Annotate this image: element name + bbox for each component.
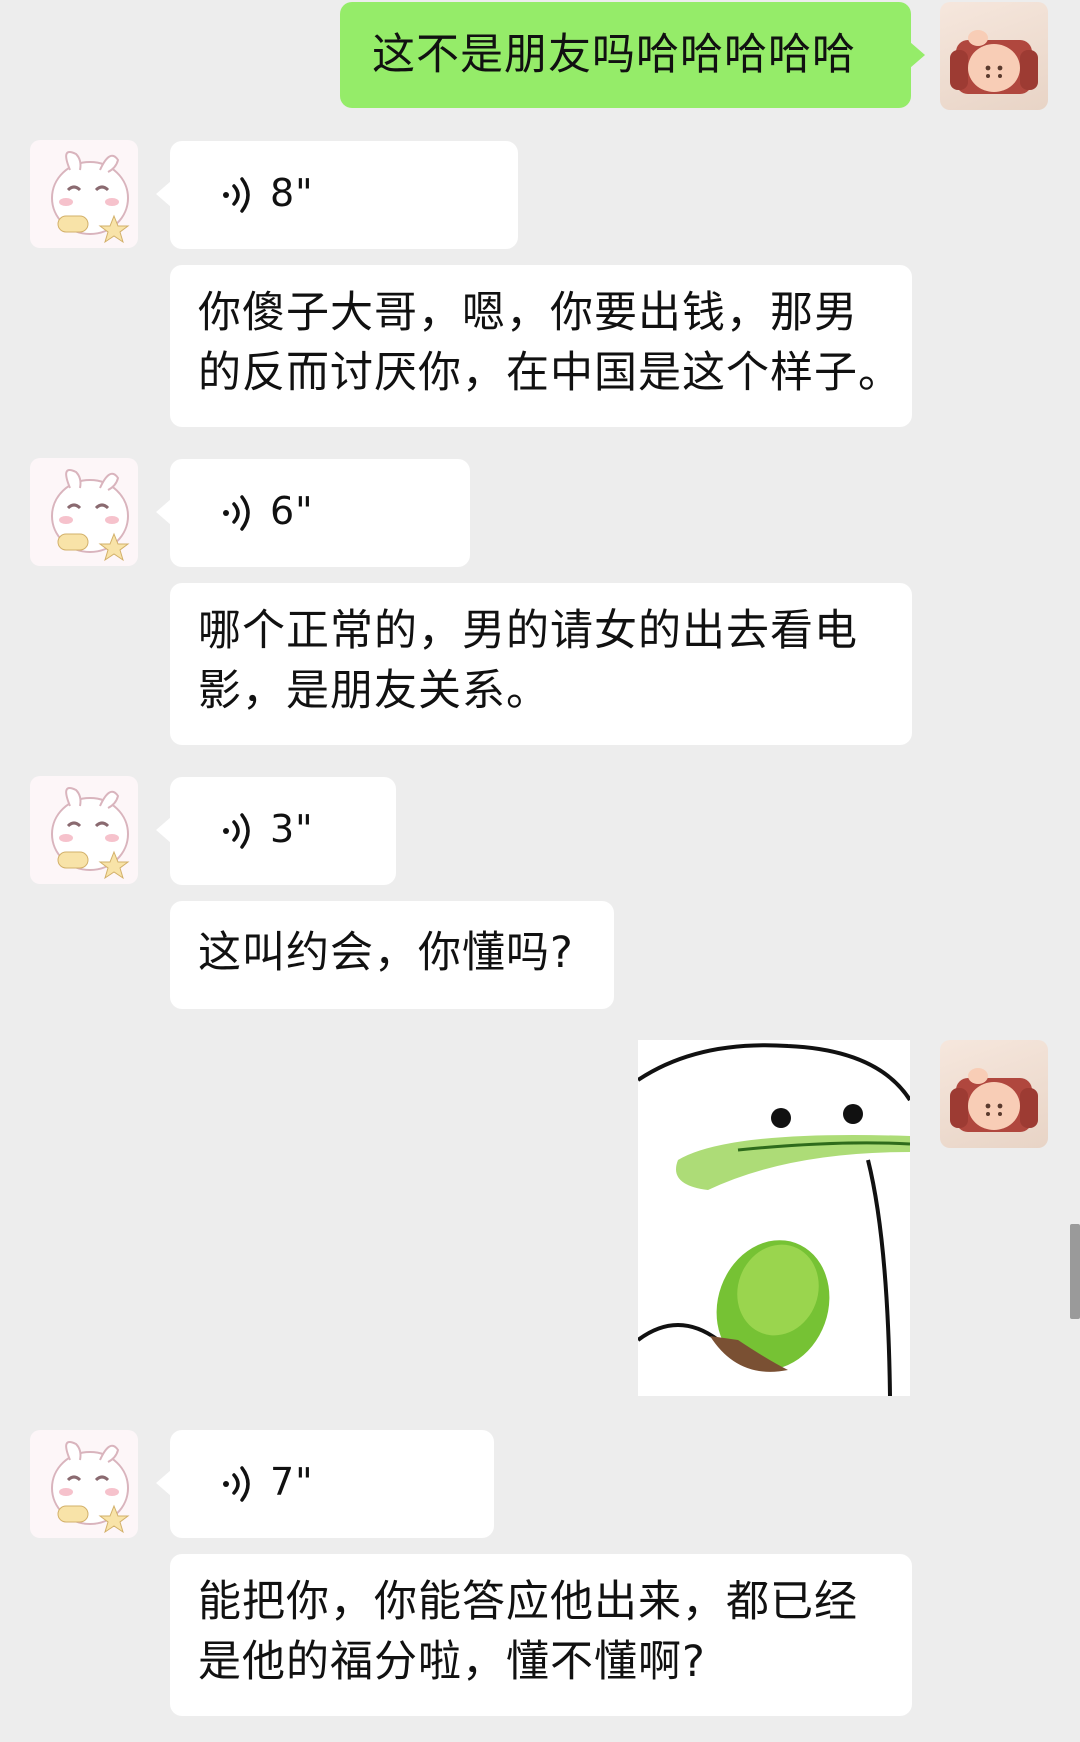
- voice-duration: 3": [270, 807, 314, 851]
- voice-wave-icon: [223, 495, 250, 531]
- message-text-line: 的反而讨厌你，在中国是这个样子。: [198, 348, 902, 398]
- message-text: 这叫约会，你懂吗?: [198, 928, 574, 978]
- message-text: 这不是朋友吗哈哈哈哈哈: [372, 30, 856, 80]
- voice-duration: 7": [270, 1460, 314, 1504]
- bunny-avatar-icon: [51, 1441, 130, 1534]
- self-avatar[interactable]: [940, 2, 1048, 110]
- kiwi-face-sticker-icon: [638, 1040, 910, 1396]
- voice-wave-icon: [223, 177, 250, 213]
- sofa-bear-icon: [950, 1068, 1038, 1132]
- self-avatar[interactable]: [940, 1040, 1048, 1148]
- contact-avatar[interactable]: [30, 140, 138, 248]
- message-bubble-contact[interactable]: 你傻子大哥，嗯，你要出钱，那男 的反而讨厌你，在中国是这个样子。: [170, 265, 912, 427]
- voice-duration: 8": [270, 171, 314, 215]
- bunny-avatar-icon: [51, 151, 130, 244]
- voice-message[interactable]: 8": [156, 141, 518, 249]
- message-bubble-contact[interactable]: 哪个正常的，男的请女的出去看电 影，是朋友关系。: [170, 583, 912, 745]
- message-bubble-contact[interactable]: 能把你，你能答应他出来，都已经 是他的福分啦，懂不懂啊?: [170, 1554, 912, 1716]
- voice-message[interactable]: 3": [156, 777, 396, 885]
- sofa-bear-icon: [950, 30, 1038, 94]
- bunny-avatar-icon: [51, 787, 130, 880]
- voice-wave-icon: [223, 1466, 250, 1502]
- contact-avatar[interactable]: [30, 776, 138, 884]
- contact-avatar[interactable]: [30, 1430, 138, 1538]
- voice-message[interactable]: 7": [156, 1430, 494, 1538]
- sticker-image[interactable]: [638, 1040, 910, 1396]
- message-text-line: 影，是朋友关系。: [198, 666, 550, 716]
- voice-duration: 6": [270, 489, 314, 533]
- message-text-line: 你傻子大哥，嗯，你要出钱，那男: [198, 288, 858, 338]
- contact-avatar[interactable]: [30, 458, 138, 566]
- message-text-line: 能把你，你能答应他出来，都已经: [198, 1577, 858, 1627]
- message-bubble-contact[interactable]: 这叫约会，你懂吗?: [170, 901, 614, 1009]
- scrollbar-thumb[interactable]: [1070, 1224, 1080, 1319]
- voice-wave-icon: [223, 813, 250, 849]
- voice-message[interactable]: 6": [156, 459, 470, 567]
- bunny-avatar-icon: [51, 469, 130, 562]
- message-text-line: 哪个正常的，男的请女的出去看电: [198, 606, 858, 656]
- message-bubble-self[interactable]: 这不是朋友吗哈哈哈哈哈: [340, 2, 925, 108]
- message-text-line: 是他的福分啦，懂不懂啊?: [198, 1637, 706, 1687]
